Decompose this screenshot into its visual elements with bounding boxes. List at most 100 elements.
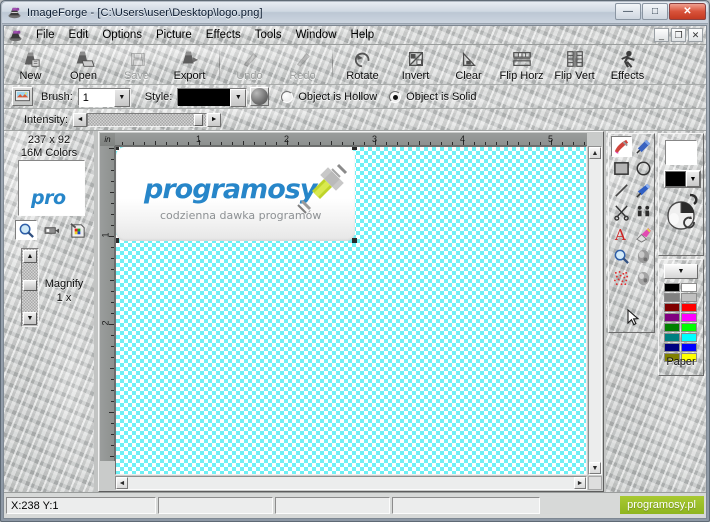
background-color-combo[interactable]: ▼	[664, 170, 701, 188]
color-swatch-black[interactable]	[664, 283, 680, 292]
background-color-swatch[interactable]	[665, 171, 686, 187]
scroll-down-arrow-icon[interactable]: ▼	[589, 462, 601, 474]
artwork-logo-image[interactable]: programosy codzienna dawka programów	[116, 147, 357, 243]
toolbar-export-button[interactable]: Export	[163, 45, 216, 84]
toolbar-invert-button[interactable]: Invert	[389, 45, 442, 84]
rectangle-tool[interactable]	[611, 158, 632, 179]
mdi-minimize-button[interactable]: _	[654, 28, 669, 42]
ellipse-tool[interactable]	[633, 158, 654, 179]
menu-item-help[interactable]: Help	[344, 27, 382, 43]
toolbar-clear-button[interactable]: Clear	[442, 45, 495, 84]
brush-size-combo[interactable]: 1 ▼	[77, 87, 131, 107]
ruler-label: 4	[460, 134, 466, 144]
select-arrow-tool[interactable]	[627, 308, 640, 329]
stamp-people-tool[interactable]	[633, 202, 654, 223]
magnify-label: Magnify	[44, 278, 84, 290]
color-swatch-navy[interactable]	[664, 343, 680, 352]
toolbar-new-button[interactable]: New	[4, 45, 57, 84]
canvas-horizontal-scrollbar[interactable]: ◄ ►	[115, 476, 587, 490]
scroll-left-arrow-icon[interactable]: ◄	[116, 477, 128, 489]
image-preview-thumbnail[interactable]: pro	[18, 160, 85, 216]
chevron-down-icon[interactable]: ▼	[113, 88, 130, 107]
selection-handle[interactable]	[116, 147, 119, 150]
watermark-badge: programosy.pl	[620, 496, 704, 514]
toolbar-redo-button[interactable]: Redo	[276, 45, 329, 84]
color-swatch-gray[interactable]	[664, 293, 680, 302]
object-hollow-radio[interactable]: Object is Hollow	[281, 90, 377, 103]
spray-tool[interactable]	[611, 268, 632, 289]
paint-brush-tool[interactable]	[611, 136, 632, 157]
menu-item-options[interactable]: Options	[95, 27, 149, 43]
color-swatch-purple[interactable]	[664, 313, 680, 322]
ruler-tick	[485, 142, 486, 145]
canvas-vertical-scrollbar[interactable]: ▲ ▼	[588, 146, 602, 475]
gradient-style-button[interactable]	[250, 87, 270, 106]
intensity-track[interactable]	[87, 112, 208, 127]
object-solid-radio[interactable]: Object is Solid	[389, 90, 476, 103]
menu-item-effects[interactable]: Effects	[199, 27, 248, 43]
toolbar-rotate-button[interactable]: Rotate	[336, 45, 389, 84]
flip-vertical-icon	[564, 48, 586, 69]
smudge-tool[interactable]	[633, 246, 654, 267]
intensity-thumb[interactable]	[194, 113, 204, 126]
pixel-grid-icon[interactable]	[41, 220, 63, 240]
color-swatch-teal[interactable]	[664, 333, 680, 342]
mdi-restore-button[interactable]: ❐	[671, 28, 686, 42]
toolbar-flipvert-button[interactable]: Flip Vert	[548, 45, 601, 84]
window-title: ImageForge - [C:\Users\user\Desktop\logo…	[27, 6, 263, 19]
color-swatch-lime[interactable]	[681, 323, 697, 332]
ruler-tick	[110, 368, 114, 369]
selection-handle[interactable]	[352, 147, 357, 150]
scissors-select-tool[interactable]	[611, 202, 632, 223]
magnifier-icon[interactable]	[15, 220, 37, 240]
picture-properties-button[interactable]	[12, 87, 33, 106]
ruler-tick	[540, 142, 541, 145]
menu-item-file[interactable]: File	[29, 27, 62, 43]
color-swatch-red[interactable]	[681, 303, 697, 312]
scroll-up-arrow-icon[interactable]: ▲	[589, 147, 601, 159]
zoom-tool[interactable]	[611, 246, 632, 267]
slider-left-arrow-icon[interactable]: ◄	[73, 112, 88, 127]
menu-item-edit[interactable]: Edit	[62, 27, 96, 43]
toolbar-fliphorz-button[interactable]: Flip Horz	[495, 45, 548, 84]
eraser-tool[interactable]	[633, 224, 654, 245]
selection-handle[interactable]	[352, 238, 357, 243]
dodge-burn-tool[interactable]	[633, 268, 654, 289]
toolbar-undo-button[interactable]: Undo	[223, 45, 276, 84]
toolbar-effects-button[interactable]: Effects	[601, 45, 654, 84]
slider-right-arrow-icon[interactable]: ►	[207, 112, 222, 127]
airbrush-tool[interactable]	[633, 136, 654, 157]
color-swatch-magenta[interactable]	[681, 313, 697, 322]
color-swatch-cyan[interactable]	[681, 333, 697, 342]
palette-dropdown[interactable]: ▼	[664, 264, 698, 279]
fill-bucket-tool[interactable]	[633, 180, 654, 201]
slider-up-arrow-icon[interactable]: ▲	[23, 250, 37, 263]
selection-handle[interactable]	[116, 238, 119, 243]
canvas-viewport[interactable]: programosy codzienna dawka programów	[115, 146, 587, 475]
toolbar-save-button[interactable]: Save	[110, 45, 163, 84]
toolbar-open-button[interactable]: Open	[57, 45, 110, 84]
color-swatch-green[interactable]	[664, 323, 680, 332]
scroll-right-arrow-icon[interactable]: ►	[574, 477, 586, 489]
chevron-down-icon[interactable]: ▼	[686, 171, 700, 187]
menu-item-window[interactable]: Window	[289, 27, 344, 43]
color-swatch-white[interactable]	[681, 283, 697, 292]
slider-down-arrow-icon[interactable]: ▼	[23, 312, 37, 325]
foreground-color-swatch[interactable]	[665, 140, 697, 165]
color-swatch-silver[interactable]	[681, 293, 697, 302]
menu-item-tools[interactable]: Tools	[248, 27, 289, 43]
mdi-close-button[interactable]: ✕	[688, 28, 703, 42]
intensity-slider[interactable]: ◄ ►	[73, 112, 222, 127]
style-color-combo[interactable]: ▼	[177, 87, 248, 107]
line-tool[interactable]	[611, 180, 632, 201]
minimize-button[interactable]: —	[615, 3, 641, 20]
text-tool[interactable]: A	[611, 224, 632, 245]
maximize-button[interactable]: □	[642, 3, 668, 20]
palette-icon[interactable]	[67, 220, 89, 240]
chevron-down-icon[interactable]: ▼	[230, 88, 247, 107]
color-swatch-maroon[interactable]	[664, 303, 680, 312]
menu-item-picture[interactable]: Picture	[149, 27, 199, 43]
close-button[interactable]: ✕	[669, 3, 706, 20]
image-dimensions: 237 x 92	[27, 134, 71, 146]
color-swatch-blue[interactable]	[681, 343, 697, 352]
